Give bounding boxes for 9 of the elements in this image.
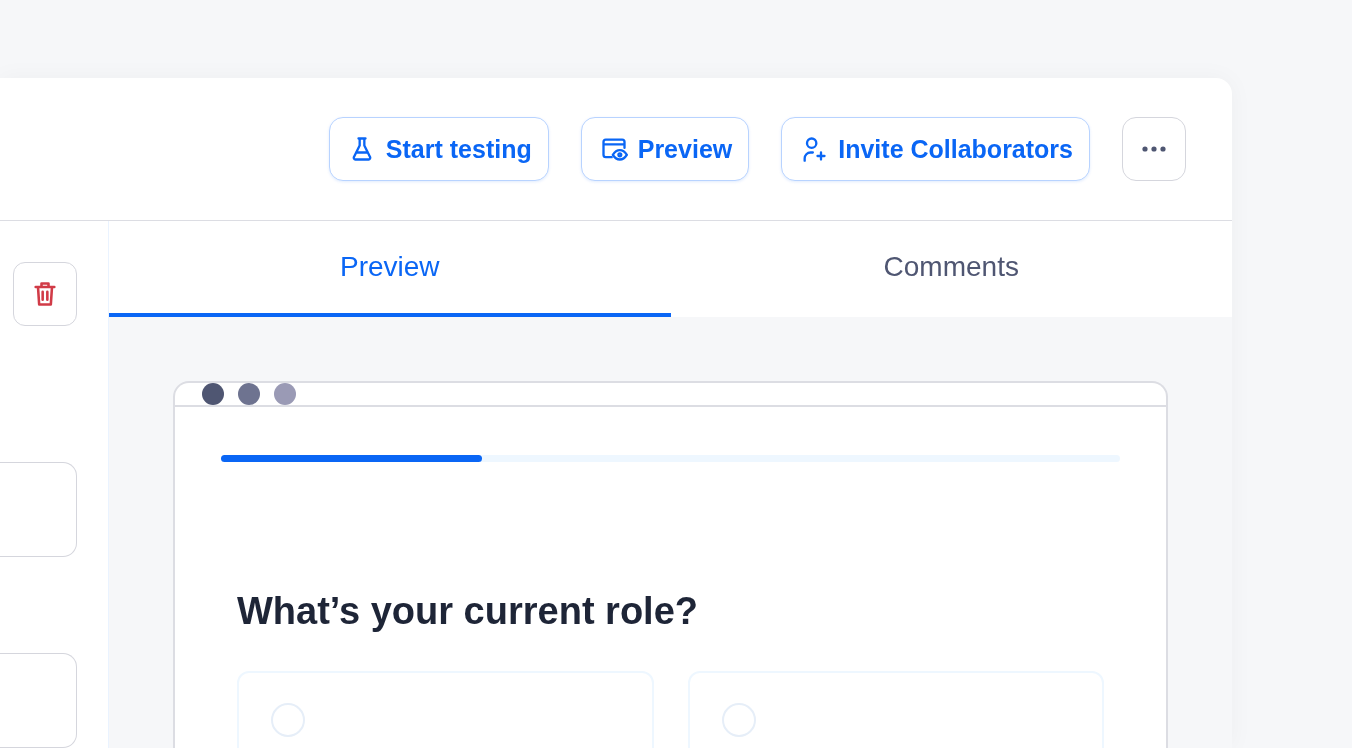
more-button[interactable]: [1122, 117, 1186, 181]
toolbar-button[interactable]: Invite Collaborators: [781, 117, 1090, 181]
radio-button[interactable]: [721, 703, 756, 737]
radio-button[interactable]: [271, 703, 305, 737]
more-icon: [1142, 146, 1166, 152]
toolbar-button[interactable]: Preview: [580, 117, 750, 181]
toolbar-button[interactable]: Start testing: [328, 117, 549, 181]
delete-button[interactable]: [13, 262, 77, 326]
question-title: What’s your current role?: [237, 590, 699, 633]
